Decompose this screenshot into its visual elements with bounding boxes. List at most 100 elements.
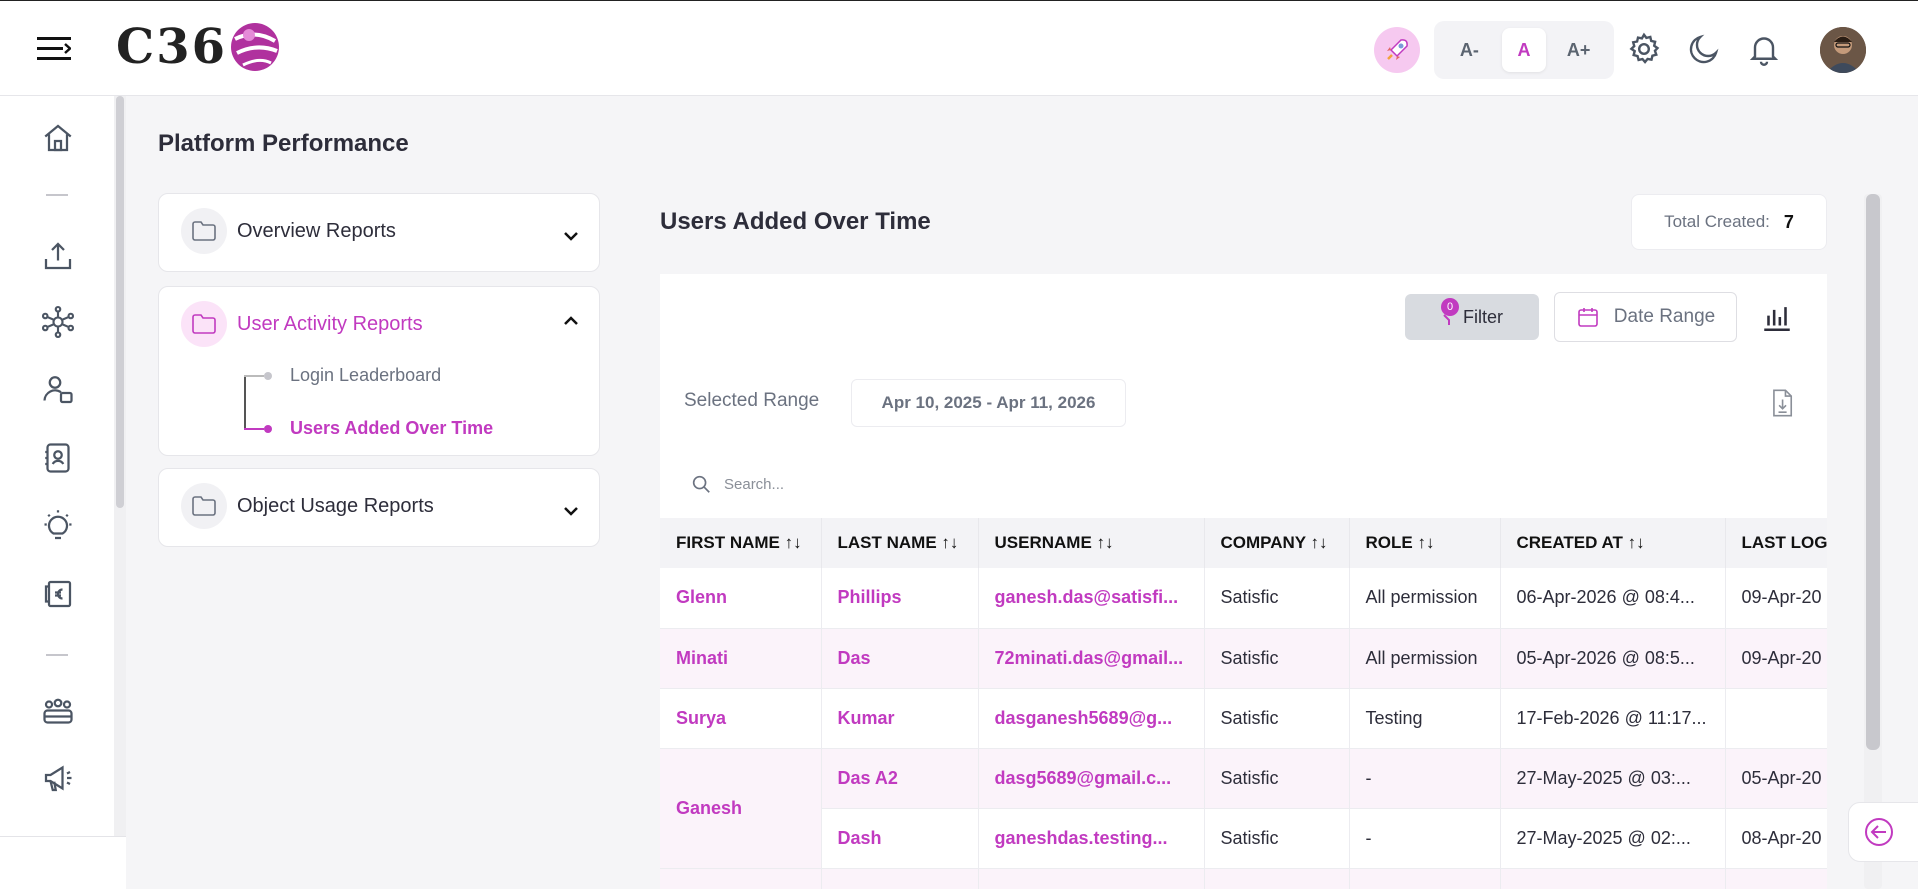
overview-reports-header[interactable]: Overview Reports (181, 208, 396, 254)
last-name-cell[interactable]: Das (821, 628, 979, 689)
object-usage-reports-header[interactable]: Object Usage Reports (181, 483, 434, 529)
username-cell[interactable]: dasganesh5689@g... (978, 688, 1205, 749)
back-button[interactable] (1848, 802, 1918, 862)
company-cell: Satisfic (1204, 568, 1350, 629)
main-scrollbar[interactable] (1866, 194, 1880, 750)
table-row: Surya Kumar dasganesh5689@g... Satisfic … (660, 688, 1827, 749)
user-avatar[interactable] (1820, 27, 1866, 73)
col-last-login[interactable]: LAST LOG (1725, 518, 1827, 568)
last-login-cell: 09-Apr-20 (1725, 568, 1827, 629)
table-row: Abhit Singh abhitsingh@satisfi... Satisf… (660, 868, 1827, 889)
font-default-button[interactable]: A (1501, 28, 1546, 72)
home-icon[interactable] (40, 120, 76, 156)
last-login-cell: 08-Apr-20 (1725, 808, 1827, 869)
login-leaderboard-link[interactable]: Login Leaderboard (290, 365, 441, 386)
search-input[interactable] (724, 475, 1124, 493)
company-cell: Satisfic (1204, 628, 1350, 689)
first-name-cell[interactable]: Minati (660, 628, 822, 689)
sidebar-footer (0, 836, 126, 889)
folder-icon (181, 208, 227, 254)
role-cell: All permission (1349, 628, 1501, 689)
col-created-at[interactable]: CREATED AT ↑↓ (1500, 518, 1726, 568)
id-badge-icon[interactable] (40, 440, 76, 476)
calendar-icon (1577, 308, 1598, 327)
col-role[interactable]: ROLE ↑↓ (1349, 518, 1501, 568)
company-cell: Satisfic (1204, 868, 1350, 889)
last-name-cell[interactable]: Kumar (821, 688, 979, 749)
rocket-button[interactable] (1374, 27, 1420, 73)
sidebar (0, 96, 126, 889)
first-name-cell[interactable]: Surya (660, 688, 822, 749)
username-cell[interactable]: dasg5689@gmail.c... (978, 748, 1205, 809)
username-cell[interactable]: ganesh.das@satisfi... (978, 568, 1205, 629)
tree-dot (264, 372, 272, 380)
upload-icon[interactable] (40, 238, 76, 274)
col-company[interactable]: COMPANY ↑↓ (1204, 518, 1350, 568)
filter-label: Filter (1463, 306, 1503, 327)
megaphone-icon[interactable] (40, 760, 76, 796)
teams-icon[interactable] (40, 694, 76, 730)
users-added-over-time-link[interactable]: Users Added Over Time (290, 418, 493, 439)
col-first-name[interactable]: FIRST NAME ↑↓ (660, 518, 822, 568)
dark-mode-moon-icon[interactable] (1686, 31, 1722, 67)
export-file-icon[interactable] (1768, 388, 1796, 418)
total-created-badge: Total Created: 7 (1631, 194, 1827, 250)
menu-toggle-icon[interactable] (37, 35, 72, 63)
date-range-button[interactable]: Date Range (1554, 292, 1737, 342)
last-name-cell[interactable]: Dash (821, 808, 979, 869)
created-at-cell: 06-Apr-2026 @ 08:4... (1500, 568, 1726, 629)
username-cell[interactable]: ganeshdas.testing... (978, 808, 1205, 869)
overview-reports-label: Overview Reports (237, 219, 396, 242)
chevron-down-icon[interactable] (561, 501, 581, 521)
last-name-cell[interactable]: Singh (821, 868, 979, 889)
chevron-down-icon[interactable] (561, 226, 581, 246)
created-at-cell: 05-Apr-2026 @ 08:5... (1500, 628, 1726, 689)
font-size-group: A- A A+ (1434, 21, 1614, 79)
font-decrease-button[interactable]: A- (1447, 28, 1491, 72)
lightbulb-icon[interactable] (40, 508, 76, 544)
report-title: Users Added Over Time (660, 208, 931, 235)
username-cell[interactable]: 72minati.das@gmail... (978, 628, 1205, 689)
last-name-cell[interactable]: Das A2 (821, 748, 979, 809)
tree-connector (244, 375, 246, 429)
role-cell: Testing (1349, 688, 1501, 749)
user-activity-reports-label: User Activity Reports (237, 312, 423, 335)
tree-connector (244, 428, 264, 430)
network-icon[interactable] (40, 304, 76, 340)
notification-bell-icon[interactable] (1746, 31, 1782, 67)
table-header-row: FIRST NAME ↑↓ LAST NAME ↑↓ USERNAME ↑↓ C… (660, 518, 1827, 568)
selected-range-value: Apr 10, 2025 - Apr 11, 2026 (851, 379, 1126, 427)
role-cell: All permission (1349, 568, 1501, 629)
company-cell: Satisfic (1204, 808, 1350, 869)
bar-chart-icon[interactable] (1760, 300, 1794, 334)
first-name-cell[interactable]: Abhit (660, 868, 822, 889)
app-logo[interactable]: C36 (116, 17, 281, 77)
col-last-name[interactable]: LAST NAME ↑↓ (821, 518, 979, 568)
first-name-cell[interactable]: Glenn (660, 568, 822, 629)
col-username[interactable]: USERNAME ↑↓ (978, 518, 1205, 568)
object-usage-reports-label: Object Usage Reports (237, 494, 434, 517)
object-usage-reports-section: Object Usage Reports (158, 468, 600, 547)
users-table: FIRST NAME ↑↓ LAST NAME ↑↓ USERNAME ↑↓ C… (660, 518, 1827, 889)
user-management-icon[interactable] (40, 372, 76, 408)
rocket-icon (1387, 39, 1408, 60)
total-created-label: Total Created: (1664, 212, 1770, 231)
first-name-cell[interactable]: Ganesh (660, 748, 822, 869)
report-panel: 0 Filter Date Range Selected Range Apr 1… (660, 274, 1827, 889)
billing-icon[interactable] (40, 576, 76, 612)
sidebar-scrollbar[interactable] (116, 96, 124, 508)
settings-gear-icon[interactable] (1626, 31, 1662, 67)
created-at-cell: 17-Feb-2026 @ 11:17... (1500, 688, 1726, 749)
arrow-left-circle-icon (1865, 818, 1893, 846)
date-range-label: Date Range (1613, 306, 1716, 327)
username-cell[interactable]: abhitsingh@satisfi... (978, 868, 1205, 889)
created-at-cell: 27-May-2025 @ 01:... (1500, 868, 1726, 889)
last-name-cell[interactable]: Phillips (821, 568, 979, 629)
logo-globe-icon (231, 23, 279, 71)
role-cell: - (1349, 748, 1501, 809)
created-at-cell: 27-May-2025 @ 03:... (1500, 748, 1726, 809)
filter-button[interactable]: 0 Filter (1405, 294, 1539, 340)
user-activity-reports-header[interactable]: User Activity Reports (181, 301, 423, 347)
chevron-up-icon[interactable] (561, 311, 581, 331)
font-increase-button[interactable]: A+ (1557, 28, 1601, 72)
